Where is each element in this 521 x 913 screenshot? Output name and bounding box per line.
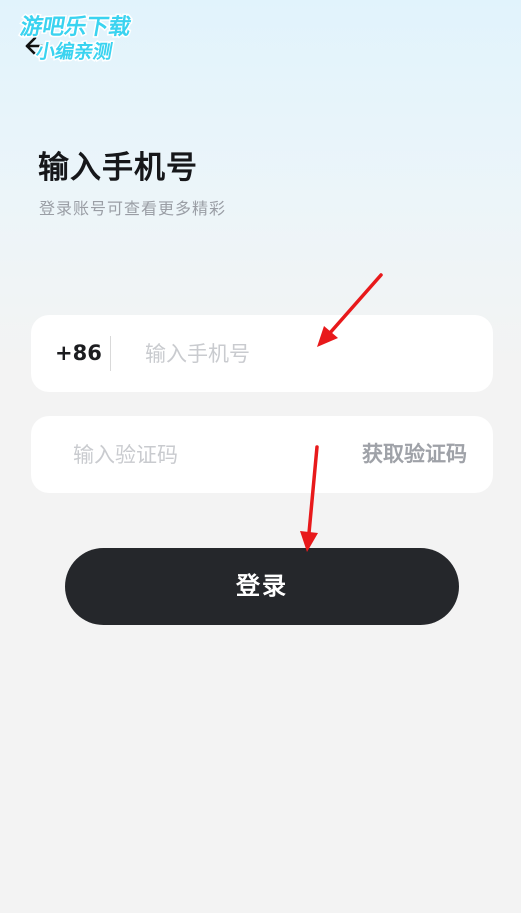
field-divider: [110, 336, 111, 371]
country-code-selector[interactable]: +86: [55, 315, 102, 392]
verification-code-input[interactable]: [73, 416, 333, 493]
page-subtitle: 登录账号可查看更多精彩: [39, 199, 227, 218]
phone-field: +86: [31, 315, 493, 392]
page-title: 输入手机号: [38, 150, 198, 186]
login-button[interactable]: 登录: [65, 548, 459, 625]
back-arrow-icon[interactable]: [22, 34, 44, 58]
phone-input[interactable]: [145, 315, 475, 392]
get-code-button[interactable]: 获取验证码: [362, 416, 467, 493]
watermark-line-2: 小编亲测: [34, 40, 114, 63]
code-field: 获取验证码: [31, 416, 493, 493]
arrow-left-icon: [25, 36, 44, 56]
